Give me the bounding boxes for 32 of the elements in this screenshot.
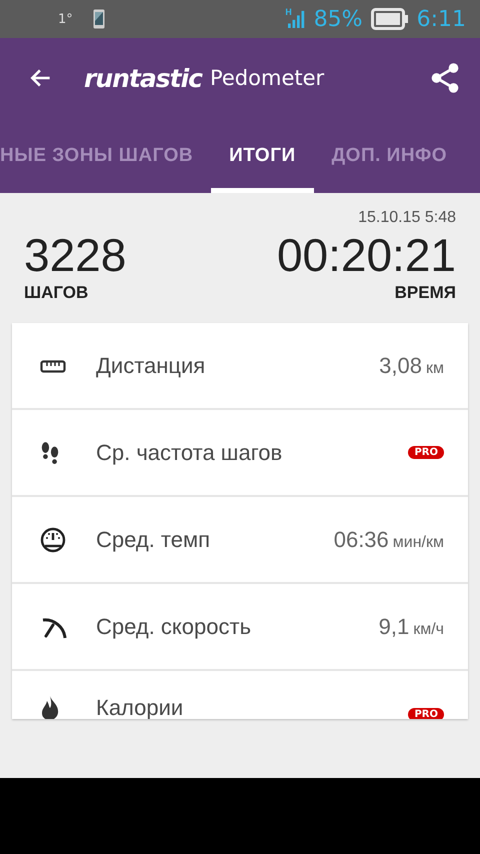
- metric-label: Дистанция: [96, 352, 206, 378]
- metric-value: 06:36: [334, 526, 389, 552]
- phone-icon: [92, 9, 105, 29]
- metric-value: 3,08: [379, 352, 422, 378]
- date-time: 15.10.15 5:48: [358, 209, 456, 227]
- app-logo: runtastic: [84, 64, 202, 92]
- battery-percent: 85%: [314, 6, 363, 32]
- tab[interactable]: НЫЕ ЗОНЫ ШАГОВ: [0, 118, 212, 193]
- temperature-text: 1°: [58, 12, 73, 26]
- pro-badge: PRO: [408, 446, 444, 459]
- metric-unit: км: [426, 360, 444, 378]
- summary-value: 00:20:21: [276, 228, 456, 283]
- metric-unit: км/ч: [413, 620, 444, 638]
- pro-badge: PRO: [408, 708, 444, 719]
- metric-value: 9,1: [378, 614, 410, 640]
- metric-label: Сред. скорость: [96, 614, 252, 640]
- tab[interactable]: ДОП. ИНФО: [314, 118, 466, 193]
- signal-icon: [288, 9, 306, 29]
- battery-icon: [370, 8, 409, 30]
- metric-label: Сред. темп: [96, 526, 210, 552]
- metric-label: Ср. частота шагов: [96, 440, 282, 466]
- clock-time: 6:11: [416, 6, 466, 32]
- speedometer-icon: [40, 526, 66, 552]
- flame-icon: [40, 695, 60, 719]
- summary-label: ШАГОВ: [24, 283, 88, 303]
- summary-label: ВРЕМЯ: [394, 283, 456, 303]
- metric-unit: мин/км: [392, 534, 444, 552]
- ruler-icon: [40, 358, 66, 374]
- network-type-text: H: [285, 9, 292, 18]
- app-title: Pedometer: [210, 66, 324, 90]
- footprints-icon: [40, 440, 60, 466]
- summary-value: 3228: [24, 228, 126, 283]
